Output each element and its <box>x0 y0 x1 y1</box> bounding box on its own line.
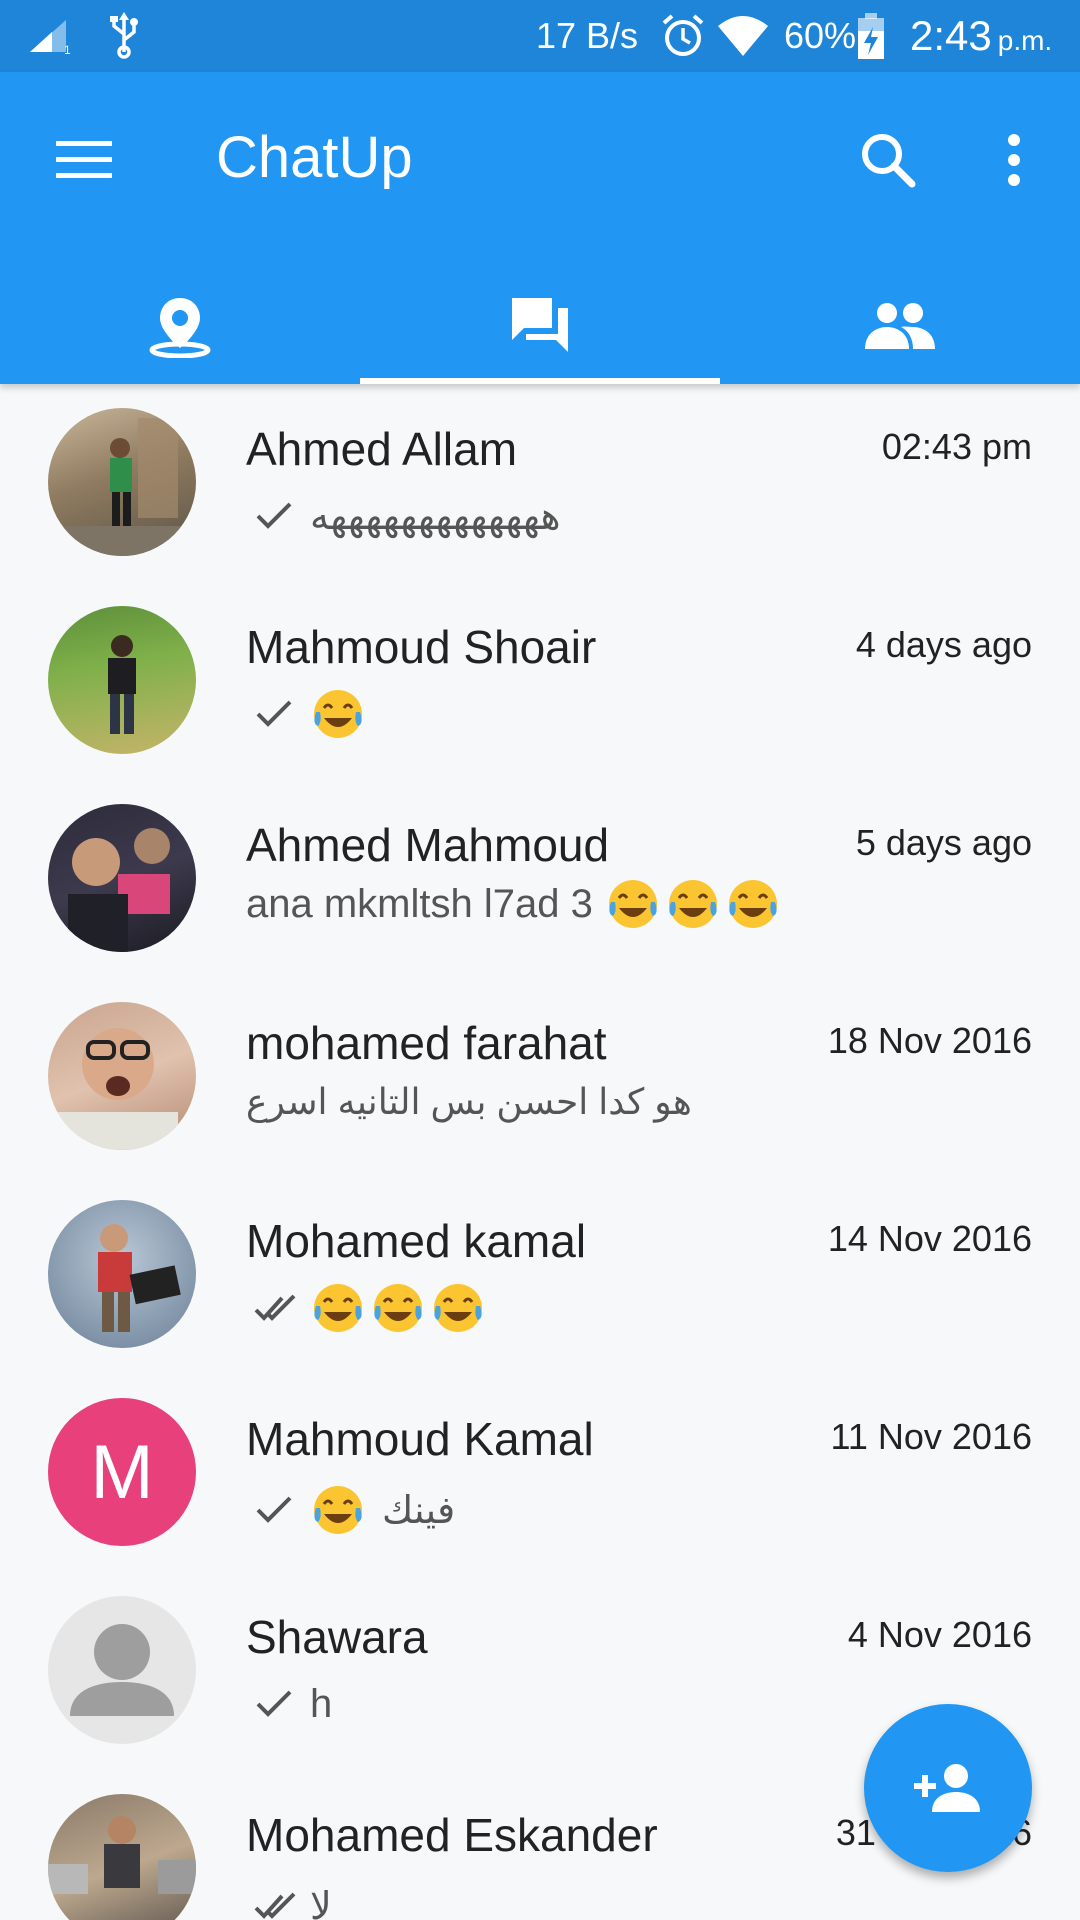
contact-name: Mahmoud Shoair <box>246 621 597 673</box>
timestamp: 4 Nov 2016 <box>847 1614 1032 1655</box>
usb-icon <box>104 0 144 72</box>
tab-chats[interactable] <box>360 268 720 384</box>
timestamp: 5 days ago <box>855 822 1032 863</box>
tab-location[interactable] <box>0 268 360 384</box>
timestamp: 02:43 pm <box>881 426 1032 467</box>
tears-of-joy-emoji-icon <box>668 880 717 928</box>
sent-check-icon <box>254 1490 302 1530</box>
hamburger-menu-icon[interactable] <box>40 116 128 204</box>
message-preview: فينك <box>246 1478 455 1542</box>
avatar <box>48 1200 196 1348</box>
preview-text: h <box>310 1681 333 1726</box>
tears-of-joy-emoji-icon <box>728 880 777 928</box>
avatar: M <box>48 1398 196 1546</box>
location-pin-icon <box>149 298 211 358</box>
preview-text: لا <box>310 1885 332 1920</box>
message-preview: هههههههههههههه <box>246 484 561 548</box>
contact-name: Shawara <box>246 1611 428 1663</box>
alarm-icon <box>660 0 706 72</box>
search-icon[interactable] <box>844 116 932 204</box>
avatar <box>48 1794 196 1920</box>
avatar <box>48 408 196 556</box>
avatar <box>48 804 196 952</box>
timestamp: 14 Nov 2016 <box>827 1218 1032 1259</box>
conversation-row[interactable]: Mohamed kamal 14 Nov 2016 <box>0 1176 1080 1374</box>
app-title: ChatUp <box>216 125 413 190</box>
sent-check-icon <box>254 496 302 536</box>
battery-percent: 60% <box>784 15 857 56</box>
timestamp: 18 Nov 2016 <box>827 1020 1032 1061</box>
conversation-row[interactable]: Mahmoud Shoair 4 days ago <box>0 582 1080 780</box>
timestamp: 11 Nov 2016 <box>830 1416 1032 1457</box>
message-preview: h <box>246 1672 332 1736</box>
clock: 2:43 p.m. <box>910 0 1052 72</box>
message-preview <box>246 682 370 746</box>
sent-check-icon <box>254 694 302 734</box>
contact-name: Ahmed Allam <box>246 423 518 475</box>
add-person-icon <box>914 1764 980 1812</box>
battery-charging-icon <box>856 0 886 72</box>
more-vert-icon[interactable] <box>970 116 1058 204</box>
add-contact-fab-button[interactable] <box>864 1704 1032 1872</box>
contact-name: Mahmoud Kamal <box>246 1413 594 1465</box>
tears-of-joy-emoji-icon <box>314 1486 362 1534</box>
tears-of-joy-emoji-icon <box>374 1284 422 1332</box>
chat-bubbles-icon <box>512 298 568 352</box>
network-speed: 17 B/s <box>536 15 639 56</box>
conversation-list[interactable]: Ahmed Allam 02:43 pm هههههههههههههه Mahm… <box>0 384 1080 1920</box>
people-icon <box>865 303 935 349</box>
avatar <box>48 1596 196 1744</box>
message-preview: لا <box>246 1874 332 1920</box>
read-double-check-icon <box>254 1886 302 1920</box>
timestamp: 4 days ago <box>855 624 1032 665</box>
avatar <box>48 606 196 754</box>
avatar <box>48 1002 196 1150</box>
tears-of-joy-emoji-icon <box>608 880 657 928</box>
preview-text: هههههههههههههه <box>310 495 561 538</box>
tears-of-joy-emoji-icon <box>314 1284 362 1332</box>
avatar-letter: M <box>90 1429 154 1515</box>
message-preview <box>246 1276 490 1340</box>
conversation-row[interactable]: Ahmed Allam 02:43 pm هههههههههههههه <box>0 384 1080 582</box>
contact-name: Mohamed kamal <box>246 1215 587 1267</box>
conversation-row[interactable]: mohamed farahat 18 Nov 2016 هو كدا احسن … <box>0 978 1080 1176</box>
wifi-icon <box>716 0 770 72</box>
clock-time: 2:43 <box>910 12 992 59</box>
preview-text: ana mkmltsh l7ad 3 <box>246 881 593 926</box>
contact-name: Mohamed Eskander <box>246 1809 658 1861</box>
tears-of-joy-emoji-icon <box>434 1284 482 1332</box>
preview-text: هو كدا احسن بس التانيه اسرع <box>246 1081 692 1122</box>
message-preview: هو كدا احسن بس التانيه اسرع <box>246 1062 692 1142</box>
message-preview: ana mkmltsh l7ad 3 <box>246 864 785 944</box>
conversation-row[interactable]: M Mahmoud Kamal 11 Nov 2016 فينك <box>0 1374 1080 1572</box>
preview-text: فينك <box>382 1489 456 1532</box>
tab-people[interactable] <box>720 268 1080 384</box>
app-bar: ChatUp <box>0 72 1080 384</box>
read-double-check-icon <box>254 1288 302 1328</box>
conversation-row[interactable]: Ahmed Mahmoud 5 days ago ana mkmltsh l7a… <box>0 780 1080 978</box>
signal-icon: 1 <box>26 0 74 72</box>
tears-of-joy-emoji-icon <box>314 690 362 738</box>
status-bar: 1 17 B/s 60% 2:43 p.m. <box>0 0 1080 72</box>
sent-check-icon <box>254 1684 302 1724</box>
clock-ampm: p.m. <box>997 25 1053 56</box>
svg-text:1: 1 <box>64 43 71 56</box>
